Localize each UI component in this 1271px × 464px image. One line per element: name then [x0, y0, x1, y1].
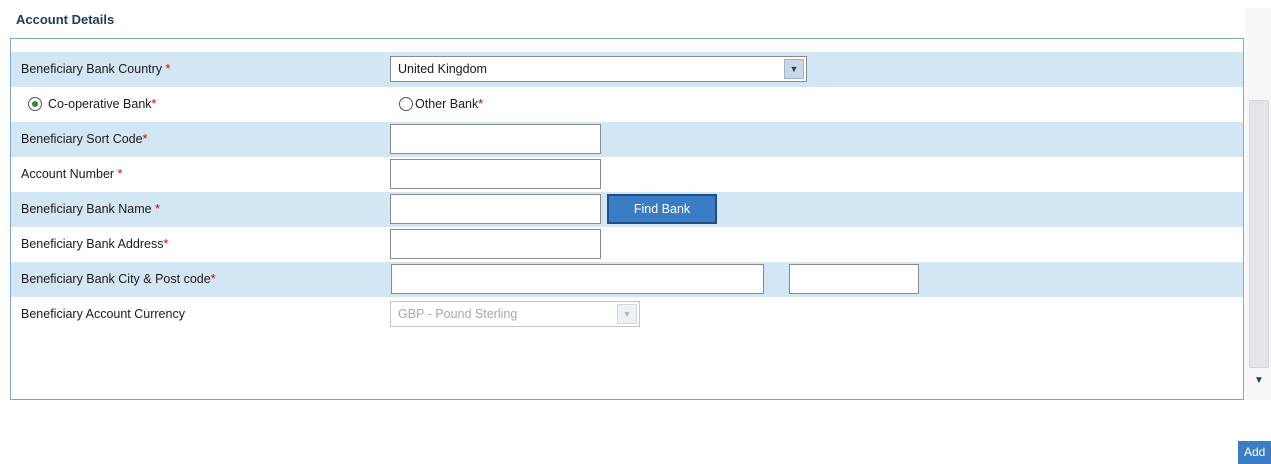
currency-label: Beneficiary Account Currency	[21, 307, 185, 321]
account-number-row: Account Number *	[11, 157, 1243, 192]
post-code-input[interactable]	[789, 264, 919, 294]
coop-bank-radio-option[interactable]: Co-operative Bank*	[28, 97, 156, 111]
sort-code-row: Beneficiary Sort Code*	[11, 122, 1243, 157]
coop-bank-label: Co-operative Bank*	[48, 97, 157, 111]
currency-row: Beneficiary Account Currency GBP - Pound…	[11, 297, 1243, 332]
other-bank-radio[interactable]	[399, 97, 413, 111]
city-post-row: Beneficiary Bank City & Post code*	[11, 262, 1243, 297]
chevron-down-icon[interactable]: ▼	[784, 59, 804, 79]
add-button[interactable]: Add	[1238, 441, 1271, 464]
country-row: Beneficiary Bank Country * United Kingdo…	[11, 52, 1243, 87]
bank-name-input[interactable]	[390, 194, 601, 224]
country-select-value: United Kingdom	[398, 62, 487, 76]
bank-choice-row: Co-operative Bank* Other Bank*	[11, 87, 1243, 122]
country-label: Beneficiary Bank Country *	[21, 62, 171, 76]
account-number-label: Account Number *	[21, 167, 123, 181]
city-post-label: Beneficiary Bank City & Post code*	[21, 272, 216, 286]
sort-code-input[interactable]	[390, 124, 601, 154]
sort-code-label: Beneficiary Sort Code*	[21, 132, 148, 146]
city-input[interactable]	[391, 264, 764, 294]
scroll-down-icon[interactable]: ▼	[1249, 370, 1269, 390]
find-bank-button[interactable]: Find Bank	[607, 194, 717, 224]
account-number-input[interactable]	[390, 159, 601, 189]
bank-address-row: Beneficiary Bank Address*	[11, 227, 1243, 262]
currency-select: GBP - Pound Sterling ▼	[390, 301, 640, 327]
scroll-thumb[interactable]	[1249, 100, 1269, 368]
account-details-panel: Beneficiary Bank Country * United Kingdo…	[10, 38, 1244, 400]
scrollbar[interactable]: ▼	[1245, 8, 1271, 400]
coop-bank-radio[interactable]	[28, 97, 42, 111]
other-bank-label: Other Bank*	[415, 97, 484, 111]
section-title: Account Details	[16, 12, 115, 27]
bank-address-label: Beneficiary Bank Address*	[21, 237, 169, 251]
other-bank-radio-option[interactable]: Other Bank*	[399, 97, 483, 111]
country-select[interactable]: United Kingdom ▼	[390, 56, 807, 82]
bank-name-label: Beneficiary Bank Name *	[21, 202, 160, 216]
currency-select-value: GBP - Pound Sterling	[398, 307, 518, 321]
chevron-down-icon: ▼	[617, 304, 637, 324]
bank-name-row: Beneficiary Bank Name * Find Bank	[11, 192, 1243, 227]
bank-address-input[interactable]	[390, 229, 601, 259]
